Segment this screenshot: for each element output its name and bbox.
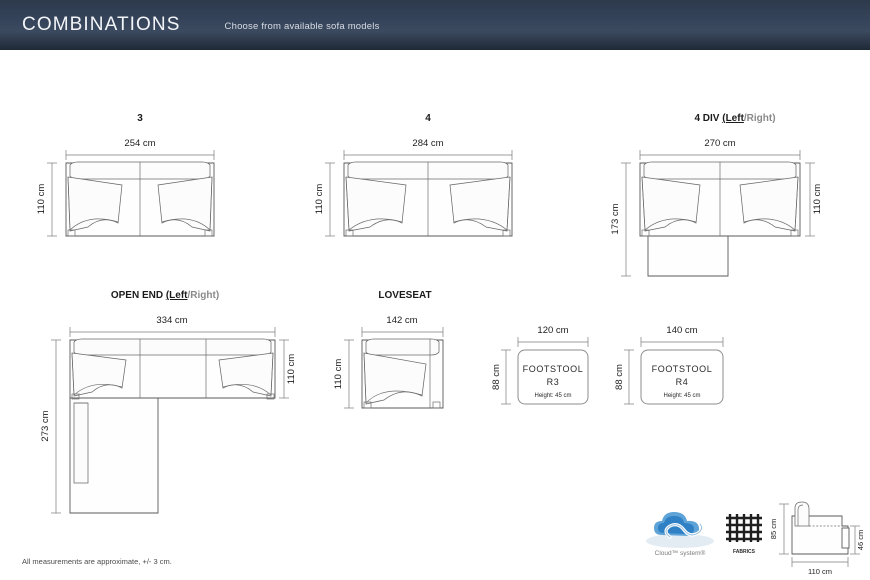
total-depth-dimension-open-end: 273 cm (40, 339, 61, 514)
model-diagram-3: 254 cm 110 cm (36, 138, 215, 237)
width-dimension-4: 284 cm (343, 138, 513, 160)
model-title-open-end: OPEN END (Left/Right) (30, 290, 300, 301)
model-variant-left-open-end: (Left (165, 290, 188, 301)
depth-dimension-open-end: 110 cm (279, 339, 297, 399)
depth-dimension-3: 110 cm (36, 162, 57, 237)
sofa-outline-4-div (639, 161, 801, 277)
depth-label-r3: 88 cm (491, 364, 502, 390)
depth-dimension-side: 110 cm (791, 557, 849, 576)
page-title: COMBINATIONS (22, 14, 181, 35)
total-depth-label-4-div: 173 cm (610, 203, 621, 234)
cloud-system-badge: Cloud™ system® (640, 505, 720, 560)
model-diagram-loveseat: 142 cm 110 cm (333, 315, 444, 409)
depth-label-r4: 88 cm (614, 364, 625, 390)
depth-dimension-loveseat: 110 cm (333, 339, 354, 409)
depth-label-4: 110 cm (314, 184, 325, 215)
seat-height-dimension-side: 46 cm (850, 525, 865, 555)
height-label-side: 85 cm (769, 519, 778, 539)
width-label-loveseat: 142 cm (386, 315, 417, 326)
page-subtitle: Choose from available sofa models (224, 21, 380, 32)
model-diagram-4: 284 cm 110 cm (314, 138, 513, 237)
model-variant-left-4-div: (Left (722, 113, 744, 124)
model-name-open-end: OPEN END (110, 290, 164, 301)
footstool-diagram-r3: 120 cm 88 cm FOOTSTOOL R3 Height: 45 cm (491, 325, 589, 405)
sofa-outline-4 (343, 161, 513, 237)
width-label-r3: 120 cm (537, 325, 568, 336)
footstool-label1-r3: FOOTSTOOL (523, 364, 584, 374)
depth-label-loveseat: 110 cm (333, 359, 344, 390)
height-dimension-side: 85 cm (769, 503, 789, 555)
model-variant-right-open-end: /Right) (187, 290, 220, 301)
model-diagram-open-end: 334 cm 110 cm 273 cm (40, 315, 297, 514)
model-name-4-div: 4 DIV (694, 113, 720, 124)
model-title-4-div: 4 DIV (Left/Right) (610, 113, 860, 124)
footer-note: All measurements are approximate, +/- 3 … (22, 557, 172, 566)
footstool-label2-r4: R4 (676, 377, 689, 387)
model-name-4: 4 (425, 113, 431, 124)
model-title-4: 4 (318, 113, 538, 124)
cloud-system-label: Cloud™ system® (655, 549, 706, 557)
width-dimension-3: 254 cm (65, 138, 215, 160)
depth-dimension-r3: 88 cm (491, 349, 511, 405)
model-name-3: 3 (137, 113, 143, 124)
depth-dimension-4: 110 cm (314, 162, 335, 237)
width-label-r4: 140 cm (666, 325, 697, 336)
depth-label-4-div: 110 cm (812, 184, 823, 215)
footstool-card-r4[interactable]: 140 cm 88 cm FOOTSTOOL R4 Height: 45 cm (614, 322, 735, 412)
model-title-3: 3 (30, 113, 250, 124)
width-label-4: 284 cm (412, 138, 443, 149)
side-silhouette (791, 501, 850, 555)
footstool-label1-r4: FOOTSTOOL (652, 364, 713, 374)
width-dimension-r3: 120 cm (517, 325, 589, 347)
total-depth-label-open-end: 273 cm (40, 410, 51, 441)
width-label-3: 254 cm (124, 138, 155, 149)
footstool-card-r3[interactable]: 120 cm 88 cm FOOTSTOOL R3 Height: 45 cm (491, 322, 602, 412)
fabrics-label: FABRICS (733, 549, 756, 555)
combinations-page: COMBINATIONS Choose from available sofa … (0, 0, 870, 580)
footstool-diagram-r4: 140 cm 88 cm FOOTSTOOL R4 Height: 45 cm (614, 325, 724, 405)
sofa-outline-open-end (69, 338, 276, 514)
total-depth-dimension-4-div: 173 cm (610, 162, 631, 277)
side-view-svg: 85 cm 46 cm 110 cm (769, 501, 865, 576)
width-dimension-4-div: 270 cm (639, 138, 801, 160)
cloud-icon: Cloud™ system® (646, 512, 714, 557)
width-label-4-div: 270 cm (704, 138, 735, 149)
seat-height-label-side: 46 cm (856, 530, 865, 550)
page-header: COMBINATIONS Choose from available sofa … (0, 0, 870, 50)
footstool-height-note-r4: Height: 45 cm (663, 393, 700, 399)
depth-label-open-end: 110 cm (286, 354, 297, 385)
model-diagram-4-div: 270 cm 110 cm 173 cm (610, 138, 823, 277)
depth-dimension-4-div: 110 cm (805, 162, 823, 237)
model-title-loveseat: LOVESEAT (330, 290, 480, 301)
model-name-loveseat: LOVESEAT (378, 290, 432, 301)
width-dimension-open-end: 334 cm (69, 315, 276, 337)
sofa-outline-3 (65, 161, 215, 237)
model-variant-right-4-div: /Right) (743, 113, 776, 124)
width-label-open-end: 334 cm (156, 315, 187, 326)
sofa-outline-loveseat (361, 338, 444, 409)
side-view-diagram: 85 cm 46 cm 110 cm (760, 496, 868, 576)
footstool-label2-r3: R3 (547, 377, 560, 387)
depth-dimension-r4: 88 cm (614, 349, 634, 405)
width-dimension-loveseat: 142 cm (361, 315, 444, 337)
width-dimension-r4: 140 cm (640, 325, 724, 347)
depth-label-3: 110 cm (36, 184, 47, 215)
depth-label-side: 110 cm (808, 567, 832, 576)
footstool-height-note-r3: Height: 45 cm (534, 393, 571, 399)
